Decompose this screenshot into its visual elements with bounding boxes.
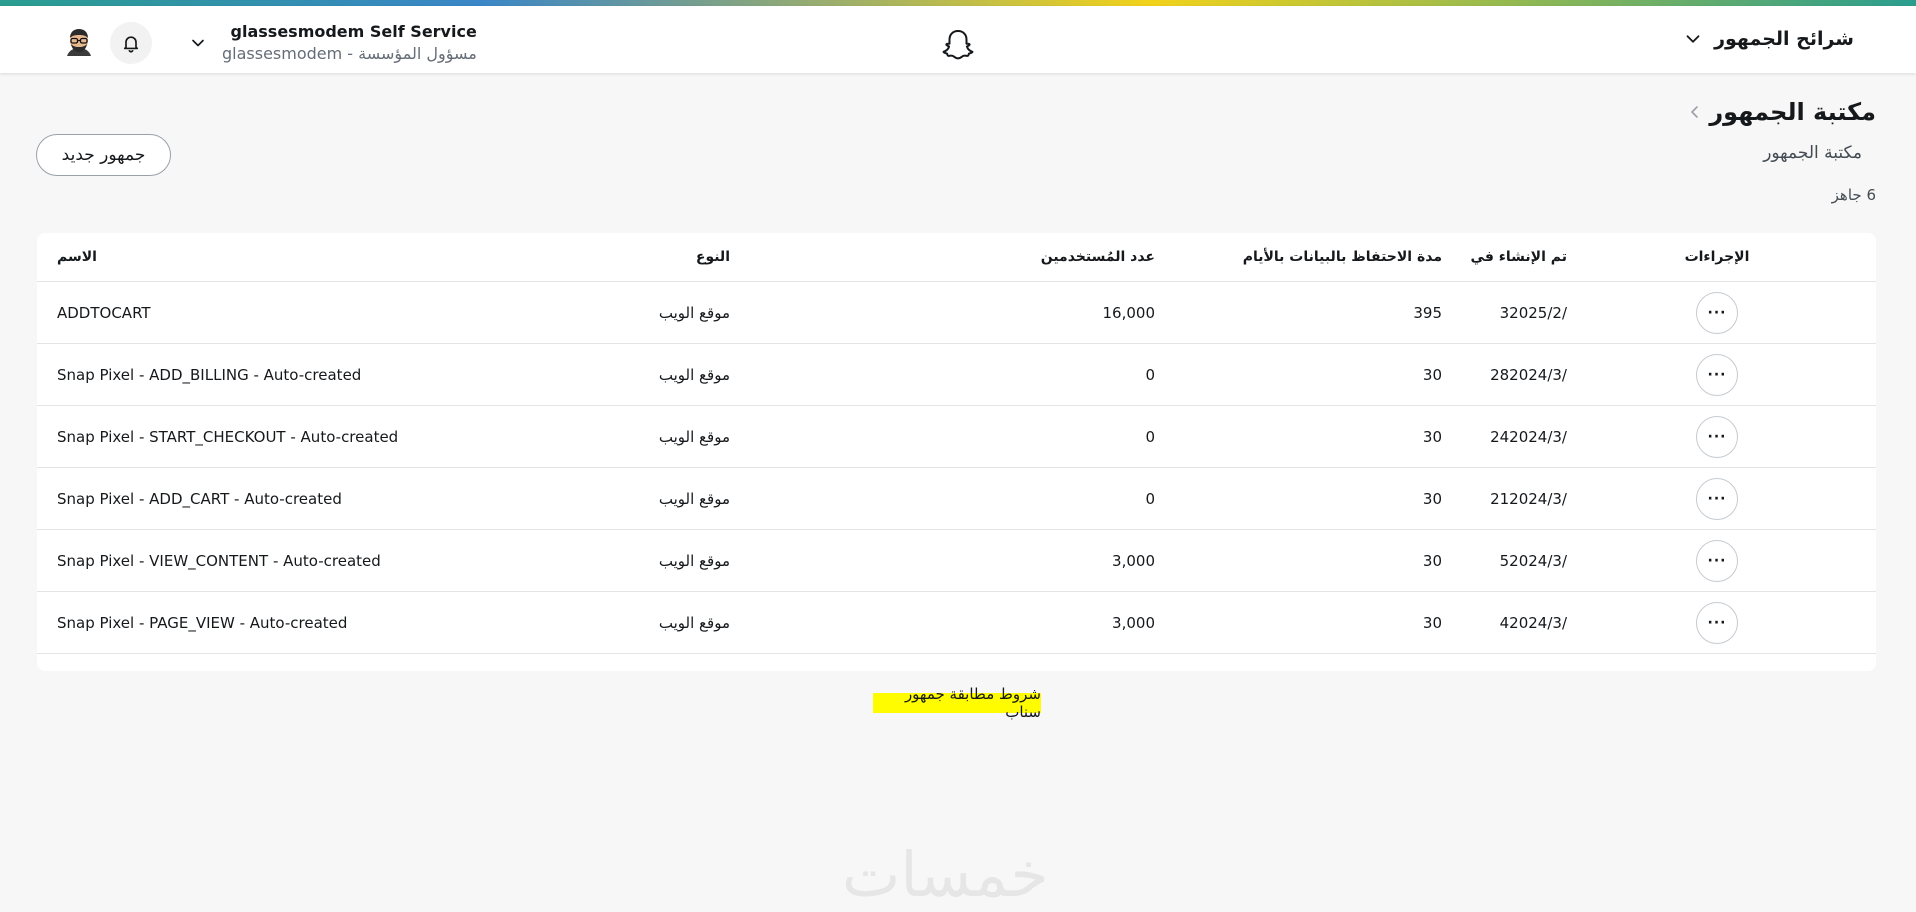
row-name[interactable]: Snap Pixel - ADD_BILLING - Auto-created — [57, 344, 361, 405]
avatar-face-icon — [59, 23, 99, 63]
chevron-down-icon — [1686, 35, 1700, 43]
audience-segments-label: شرائح الجمهور — [1714, 28, 1854, 50]
header-created[interactable]: تم الإنشاء في — [1467, 233, 1567, 281]
row-users: 0 — [1145, 365, 1155, 384]
row-retention: 30 — [1422, 613, 1442, 632]
notifications-button[interactable] — [110, 22, 152, 64]
row-name[interactable]: Snap Pixel - ADD_CART - Auto-created — [57, 468, 342, 529]
more-icon: ··· — [1707, 614, 1727, 631]
more-actions-button[interactable]: ··· — [1696, 539, 1738, 582]
more-icon: ··· — [1707, 304, 1727, 321]
row-created: 42024/3/ — [1499, 613, 1567, 632]
tab-audience-library[interactable]: مكتبة الجمهور — [1763, 143, 1862, 163]
header-account-area: glassesmodem Self Service glassesmodem -… — [58, 20, 477, 66]
row-retention: 30 — [1422, 365, 1442, 384]
row-users: 0 — [1145, 427, 1155, 446]
row-retention: 30 — [1422, 427, 1442, 446]
row-created: 242024/3/ — [1490, 427, 1567, 446]
new-audience-button[interactable]: جمهور جديد — [36, 134, 171, 176]
audience-segments-menu[interactable]: شرائح الجمهور — [1682, 28, 1854, 50]
row-created: 282024/3/ — [1490, 365, 1567, 384]
header-retention[interactable]: مدة الاحتفاظ بالبيانات بالأيام — [1207, 233, 1442, 281]
row-users: 0 — [1145, 489, 1155, 508]
row-name[interactable]: Snap Pixel - PAGE_VIEW - Auto-created — [57, 592, 347, 653]
more-icon: ··· — [1707, 428, 1727, 445]
row-type: موقع الويب — [658, 489, 730, 508]
row-type: موقع الويب — [658, 427, 730, 446]
row-type: موقع الويب — [658, 303, 730, 322]
top-header: شرائح الجمهور glassesmodem Self Service … — [0, 6, 1916, 73]
row-retention: 30 — [1422, 489, 1442, 508]
header-actions: الإجراءات — [1684, 249, 1750, 265]
breadcrumb: مكتبة الجمهور — [1689, 98, 1876, 126]
row-name[interactable]: Snap Pixel - VIEW_CONTENT - Auto-created — [57, 530, 381, 591]
table-row[interactable]: Snap Pixel - PAGE_VIEW - Auto-created مو… — [37, 592, 1876, 654]
more-icon: ··· — [1707, 490, 1727, 507]
bell-icon — [123, 36, 139, 53]
row-retention: 395 — [1413, 303, 1442, 322]
account-text: glassesmodem Self Service glassesmodem -… — [222, 21, 477, 65]
ready-count: 6 جاهز — [1831, 186, 1876, 204]
header-users[interactable]: عدد المُستخدمين — [937, 233, 1155, 281]
watermark: خمسات — [842, 838, 1049, 911]
table-header-row: الاسم النوع عدد المُستخدمين مدة الاحتفاظ… — [37, 233, 1876, 282]
audience-table: الاسم النوع عدد المُستخدمين مدة الاحتفاظ… — [37, 233, 1876, 671]
avatar[interactable] — [58, 22, 100, 64]
more-actions-button[interactable]: ··· — [1696, 291, 1738, 334]
chevron-left-icon[interactable] — [1689, 105, 1701, 119]
more-actions-button[interactable]: ··· — [1696, 415, 1738, 458]
row-name[interactable]: ADDTOCART — [57, 282, 151, 343]
more-icon: ··· — [1707, 366, 1727, 383]
row-created: 32025/2/ — [1499, 303, 1567, 322]
table-row[interactable]: ADDTOCART موقع الويب 16,000 395 32025/2/… — [37, 282, 1876, 344]
table-row[interactable]: Snap Pixel - ADD_CART - Auto-created موق… — [37, 468, 1876, 530]
row-created: 52024/3/ — [1499, 551, 1567, 570]
table-row[interactable]: Snap Pixel - VIEW_CONTENT - Auto-created… — [37, 530, 1876, 592]
more-actions-button[interactable]: ··· — [1696, 601, 1738, 644]
snapchat-ghost-icon[interactable] — [938, 26, 978, 66]
row-users: 16,000 — [1102, 303, 1156, 322]
row-type: موقع الويب — [658, 613, 730, 632]
row-name[interactable]: Snap Pixel - START_CHECKOUT - Auto-creat… — [57, 406, 398, 467]
chevron-down-icon — [192, 39, 204, 47]
terms-link[interactable]: شروط مطابقة جمهور سناب — [873, 685, 1041, 721]
more-actions-button[interactable]: ··· — [1696, 353, 1738, 396]
row-users: 3,000 — [1112, 551, 1155, 570]
page-title: مكتبة الجمهور — [1709, 98, 1876, 126]
row-type: موقع الويب — [658, 551, 730, 570]
account-role: glassesmodem - مسؤول المؤسسة — [222, 44, 477, 63]
header-name[interactable]: الاسم — [57, 233, 97, 281]
account-switcher[interactable]: glassesmodem Self Service glassesmodem -… — [188, 21, 477, 65]
table-row[interactable]: Snap Pixel - ADD_BILLING - Auto-created … — [37, 344, 1876, 406]
more-icon: ··· — [1707, 552, 1727, 569]
header-type[interactable]: النوع — [620, 233, 730, 281]
row-created: 212024/3/ — [1490, 489, 1567, 508]
row-users: 3,000 — [1112, 613, 1155, 632]
row-retention: 30 — [1422, 551, 1442, 570]
table-row[interactable]: Snap Pixel - START_CHECKOUT - Auto-creat… — [37, 406, 1876, 468]
row-type: موقع الويب — [658, 365, 730, 384]
account-name: glassesmodem Self Service — [230, 22, 477, 41]
more-actions-button[interactable]: ··· — [1696, 477, 1738, 520]
